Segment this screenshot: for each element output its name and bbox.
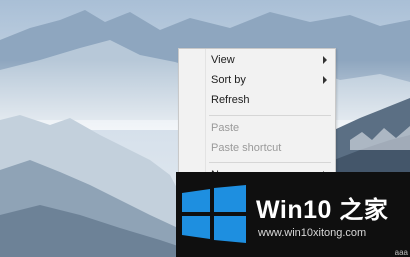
brand-suffix: 之家 [339,196,389,224]
context-menu: View Sort by Refresh Paste Paste shortcu… [178,48,336,184]
windows-logo-icon [182,185,246,243]
menu-item-refresh[interactable]: Refresh [205,90,335,110]
menu-separator [209,115,331,116]
menu-item-sort-by[interactable]: Sort by [205,70,335,90]
menu-item-paste: Paste [205,118,335,138]
site-url: www.win10xitong.com [258,227,367,239]
watermark-text: aaa [394,248,408,257]
menu-item-paste-shortcut: Paste shortcut [205,138,335,158]
menu-item-label: Sort by [211,74,246,86]
submenu-arrow-icon [323,76,327,84]
submenu-arrow-icon [323,56,327,64]
menu-item-label: Paste shortcut [211,142,282,154]
menu-item-label: View [211,54,235,66]
brand-name: Win10 [256,196,332,224]
menu-item-label: Paste [211,122,240,134]
brand-title: Win10 之家 [256,190,388,225]
menu-icon-gutter [179,49,206,183]
menu-item-label: Refresh [211,94,250,106]
win10-site-banner: Win10 之家 www.win10xitong.com aaa [176,172,410,257]
menu-item-view[interactable]: View [205,50,335,70]
menu-separator [209,162,331,163]
